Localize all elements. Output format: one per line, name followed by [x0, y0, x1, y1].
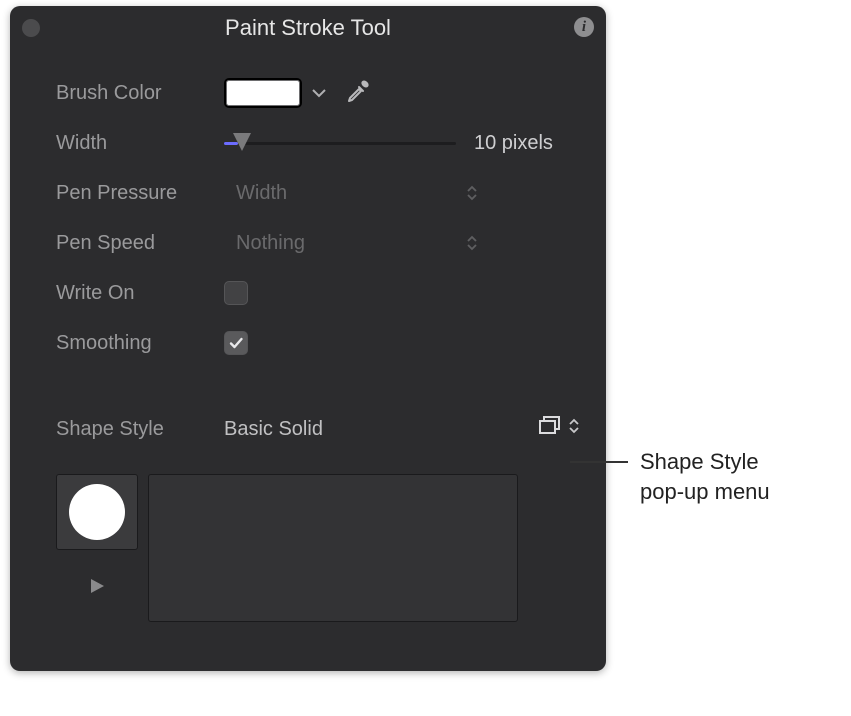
width-value[interactable]: 10 pixels [474, 132, 553, 155]
label-pen-speed: Pen Speed [56, 232, 224, 255]
info-icon[interactable]: i [574, 17, 594, 37]
slider-thumb-icon[interactable] [233, 133, 251, 151]
label-pen-pressure: Pen Pressure [56, 182, 224, 205]
paint-stroke-tool-panel: Paint Stroke Tool i Brush Color [10, 6, 606, 671]
callout-text: Shape Style pop-up menu [640, 447, 770, 506]
row-brush-color: Brush Color [56, 68, 588, 118]
row-smoothing: Smoothing [56, 318, 588, 368]
callout-line [570, 461, 628, 463]
row-pen-pressure: Pen Pressure Width [56, 168, 588, 218]
preset-stack-icon [538, 415, 562, 443]
preview-section [56, 474, 588, 622]
pen-speed-selected: Nothing [236, 232, 305, 255]
updown-arrows-icon [466, 184, 478, 202]
smoothing-checkbox[interactable] [224, 331, 248, 355]
pen-pressure-selected: Width [236, 182, 287, 205]
play-icon[interactable] [87, 576, 107, 602]
label-brush-color: Brush Color [56, 82, 224, 105]
pen-pressure-dropdown[interactable]: Width [224, 177, 484, 209]
row-width: Width 10 pixels [56, 118, 588, 168]
window-control-icon[interactable] [22, 19, 40, 37]
eyedropper-icon[interactable] [344, 76, 372, 110]
updown-arrows-icon [466, 234, 478, 252]
brush-color-well[interactable] [224, 78, 302, 108]
callout-annotation: Shape Style pop-up menu [570, 447, 770, 506]
panel-body: Brush Color Width [10, 50, 606, 622]
swatch-circle-icon [69, 484, 125, 540]
shape-style-popup-button[interactable] [538, 415, 580, 443]
title-bar: Paint Stroke Tool i [10, 6, 606, 50]
label-write-on: Write On [56, 282, 224, 305]
check-icon [228, 335, 244, 351]
panel-title: Paint Stroke Tool [225, 15, 391, 41]
pen-speed-dropdown[interactable]: Nothing [224, 227, 484, 259]
label-smoothing: Smoothing [56, 332, 224, 355]
shape-style-selected: Basic Solid [224, 418, 323, 441]
stroke-preview-area [148, 474, 518, 622]
style-swatch[interactable] [56, 474, 138, 550]
updown-arrows-icon [568, 417, 580, 441]
chevron-down-icon[interactable] [312, 88, 326, 98]
row-write-on: Write On [56, 268, 588, 318]
row-pen-speed: Pen Speed Nothing [56, 218, 588, 268]
width-slider[interactable] [224, 140, 456, 146]
row-shape-style: Shape Style Basic Solid [56, 404, 588, 454]
write-on-checkbox[interactable] [224, 281, 248, 305]
label-width: Width [56, 132, 224, 155]
label-shape-style: Shape Style [56, 418, 224, 441]
